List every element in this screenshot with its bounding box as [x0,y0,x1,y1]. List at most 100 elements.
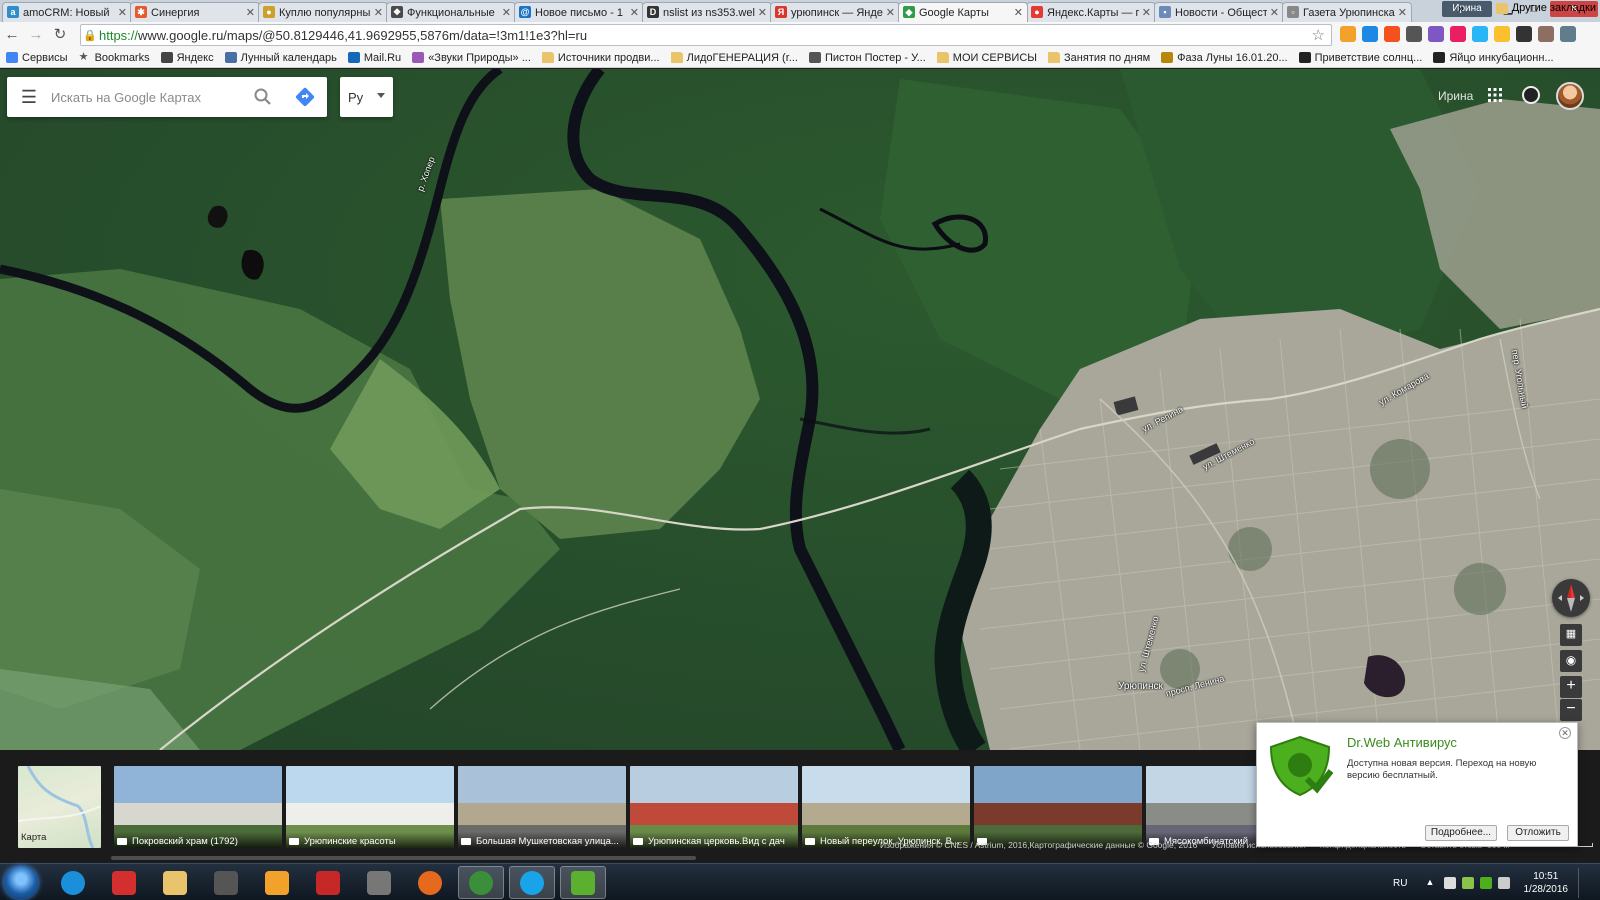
extension-icon[interactable] [1472,26,1488,42]
close-tab-icon[interactable]: ✕ [118,6,127,19]
extension-icon[interactable] [1384,26,1400,42]
taskbar-app-app[interactable] [356,866,402,899]
browser-tab[interactable]: Яурюпинск — Янде ✕ [770,2,900,22]
menu-icon[interactable]: ☰ [7,87,51,108]
photo-thumbnail[interactable]: Урюпинская церковь.Вид с дач [630,766,798,848]
taskbar-app-rs[interactable] [305,866,351,899]
other-bookmarks-folder[interactable]: Другие закладки [1495,2,1596,14]
browser-tab[interactable]: ● Куплю популярны ✕ [258,2,388,22]
network-icon[interactable] [1461,877,1474,889]
extension-icon[interactable] [1516,26,1532,42]
satellite-map[interactable]: р. Хопер ул. Репина ул. Штеменко ул. Ком… [0,69,1600,750]
bookmark-folder[interactable]: МОИ СЕРВИСЫ [936,52,1037,64]
extension-icon[interactable] [1560,26,1576,42]
bookmark-item[interactable]: Яйцо инкубационн... [1433,52,1554,64]
notifications-icon[interactable] [1522,86,1540,104]
taskbar-app-ie[interactable] [50,866,96,899]
profile-chip[interactable]: Ирина [1442,1,1492,17]
close-icon[interactable]: ✕ [1559,727,1571,739]
extension-icon[interactable] [1406,26,1422,42]
map-view-thumbnail[interactable]: Карта [18,766,101,848]
extension-icon[interactable] [1450,26,1466,42]
photo-thumbnail[interactable]: Покровский храм (1792) [114,766,282,848]
bookmark-item[interactable]: Фаза Луны 16.01.20... [1161,52,1288,64]
extension-icon[interactable] [1494,26,1510,42]
clock[interactable]: 10:51 1/28/2016 [1524,870,1569,896]
reload-icon[interactable]: ↻ [48,23,72,47]
search-input[interactable] [51,89,241,105]
browser-tab[interactable]: ▫ Газета Урюпинска ✕ [1282,2,1412,22]
bookmark-folder[interactable]: Занятия по дням [1048,52,1150,64]
bookmark-folder[interactable]: ЛидоГЕНЕРАЦИЯ (r... [670,52,798,64]
browser-tab[interactable]: Dnslist из ns353.wel ✕ [642,2,772,22]
more-details-button[interactable]: Подробнее... [1425,825,1497,841]
taskbar-app-explorer[interactable] [152,866,198,899]
url-text[interactable]: https://www.google.ru/maps/@50.8129446,4… [99,28,587,43]
browser-tab[interactable]: @ Новое письмо - 1 ✕ [514,2,644,22]
account-name[interactable]: Ирина [1438,89,1473,103]
show-desktop-button[interactable] [1578,868,1590,898]
zoom-in-button[interactable]: + [1560,676,1582,698]
extension-icon[interactable] [1340,26,1356,42]
browser-tab[interactable]: ▪ Новости - Общест ✕ [1154,2,1284,22]
close-tab-icon[interactable]: ✕ [886,6,895,19]
taskbar-app-media[interactable] [254,866,300,899]
taskbar-app-skype[interactable] [509,866,555,899]
browser-tab[interactable]: ❖ Функциональные ✕ [386,2,516,22]
taskbar-app-evernote[interactable] [560,866,606,899]
taskbar-app-chrome[interactable] [458,866,504,899]
address-bar[interactable]: 🔒 https://www.google.ru/maps/@50.8129446… [80,24,1332,46]
bookmark-item[interactable]: ★ Bookmarks [79,52,150,64]
apps-grid-icon[interactable] [1487,87,1503,103]
start-button[interactable] [4,866,38,899]
extension-icon[interactable] [1428,26,1444,42]
postpone-button[interactable]: Отложить [1507,825,1569,841]
back-icon[interactable]: ← [0,23,24,47]
browser-tab[interactable]: ◆ Google Карты ✕ [898,2,1028,22]
taskbar-app-firefox[interactable] [407,866,453,899]
directions-icon[interactable] [293,85,317,109]
close-tab-icon[interactable]: ✕ [246,6,255,19]
photo-thumbnail[interactable]: Урюпинские красоты [286,766,454,848]
close-tab-icon[interactable]: ✕ [502,6,511,19]
drweb-tray-icon[interactable] [1479,877,1492,889]
browser-tab[interactable]: ● Яндекс.Карты — п ✕ [1026,2,1156,22]
my-location-icon[interactable]: ◉ [1560,650,1582,672]
bookmark-item[interactable]: «Звуки Природы» ... [412,52,531,64]
bookmark-item[interactable]: Яндекс [160,52,214,64]
flag-icon[interactable] [1443,877,1456,889]
close-tab-icon[interactable]: ✕ [374,6,383,19]
close-tab-icon[interactable]: ✕ [1270,6,1279,19]
photo-thumbnail[interactable] [974,766,1142,848]
close-tab-icon[interactable]: ✕ [630,6,639,19]
taskbar-app-mail[interactable] [101,866,147,899]
bookmark-folder[interactable]: Источники продви... [541,52,660,64]
close-tab-icon[interactable]: ✕ [1398,6,1407,19]
close-tab-icon[interactable]: ✕ [758,6,767,19]
bookmark-star-icon[interactable]: ☆ [1312,26,1325,44]
volume-icon[interactable] [1497,877,1510,889]
close-tab-icon[interactable]: ✕ [1142,6,1151,19]
language-select[interactable]: Ру [340,77,393,117]
bookmark-item[interactable]: Пистон Постер - У... [808,52,926,64]
extension-icon[interactable] [1538,26,1554,42]
bookmark-item[interactable]: Mail.Ru [347,52,401,64]
browser-tab[interactable]: ✱ Синергия ✕ [130,2,260,22]
bookmarks-overflow-button[interactable]: » [1458,3,1464,15]
forward-icon[interactable]: → [24,23,48,47]
bookmark-item[interactable]: Приветствие солнц... [1298,52,1422,64]
tray-arrow-icon[interactable]: ▲ [1426,877,1438,889]
extension-icon[interactable] [1362,26,1378,42]
keyboard-language[interactable]: RU [1393,878,1407,889]
avatar[interactable] [1556,82,1584,110]
tilt-icon[interactable]: ▦ [1560,624,1582,646]
photo-strip-scrollbar[interactable] [111,856,696,860]
bookmark-item[interactable]: Лунный календарь [224,52,337,64]
search-icon[interactable] [253,87,273,107]
zoom-out-button[interactable]: − [1560,699,1582,721]
taskbar-app-websurf[interactable] [203,866,249,899]
photo-thumbnail[interactable]: Новый переулок, Урюпинск, В... [802,766,970,848]
compass-icon[interactable] [1552,579,1590,617]
bookmark-item[interactable]: Сервисы [6,52,68,64]
close-tab-icon[interactable]: ✕ [1014,6,1023,19]
